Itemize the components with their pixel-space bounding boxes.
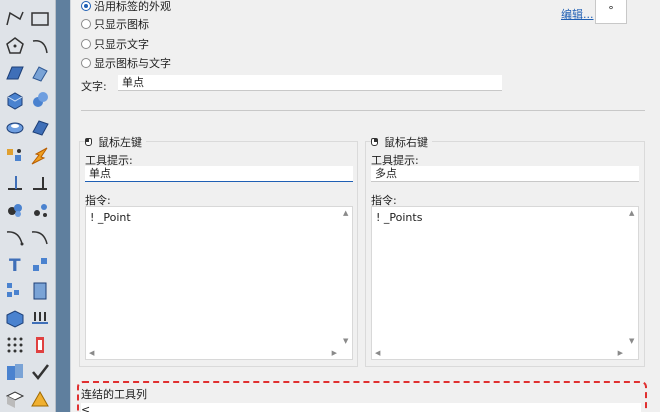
left-horizontal-scrollbar[interactable]: ◀ ▶ — [86, 347, 340, 359]
polyline-icon[interactable] — [4, 8, 26, 30]
right-command-text: ! _Points — [376, 211, 423, 224]
text-field-input[interactable]: 单点 — [118, 75, 502, 91]
dimension-icon[interactable] — [4, 172, 26, 194]
sweep-icon[interactable] — [29, 62, 51, 84]
grid-icon[interactable] — [4, 280, 26, 302]
appearance-option-text-only[interactable]: 只显示文字 — [81, 36, 149, 52]
scale-icon[interactable] — [29, 280, 51, 302]
scroll-down-icon[interactable]: ▼ — [343, 337, 348, 345]
points-icon[interactable] — [29, 199, 51, 221]
group-icon[interactable] — [4, 199, 26, 221]
mouse-left-icon — [85, 138, 92, 146]
scroll-left-icon[interactable]: ◀ — [89, 349, 94, 357]
dots-grid-icon[interactable] — [4, 334, 26, 356]
left-toolbar: T — [0, 0, 56, 412]
divider — [81, 110, 645, 111]
scroll-right-icon[interactable]: ▶ — [618, 349, 623, 357]
spark-icon[interactable] — [29, 145, 51, 167]
svg-text:T: T — [9, 256, 21, 275]
scroll-right-icon[interactable]: ▶ — [332, 349, 337, 357]
linked-toolbar-label: 连结的工具列 — [81, 388, 147, 401]
arc-icon[interactable] — [29, 35, 51, 57]
panel-icon[interactable] — [4, 361, 26, 383]
left-tooltip-input[interactable]: 单点 — [85, 166, 353, 182]
left-vertical-scrollbar[interactable]: ▲ ▼ — [340, 207, 352, 347]
icon-preview[interactable]: ° — [595, 0, 627, 24]
left-command-textarea[interactable]: ! _Point ▲ ▼ ◀ ▶ — [85, 206, 353, 360]
text-field-label: 文字: — [81, 80, 107, 93]
cone-icon[interactable] — [29, 388, 51, 410]
scroll-down-icon[interactable]: ▼ — [629, 337, 634, 345]
polygon-icon[interactable] — [4, 35, 26, 57]
solid-icon[interactable] — [4, 307, 26, 329]
scroll-up-icon[interactable]: ▲ — [629, 209, 634, 217]
align-icon[interactable] — [29, 172, 51, 194]
radio-icon[interactable] — [81, 1, 91, 11]
right-command-textarea[interactable]: ! _Points ▲ ▼ ◀ ▶ — [371, 206, 639, 360]
scroll-left-icon[interactable]: ◀ — [375, 349, 380, 357]
radio-icon[interactable] — [81, 58, 91, 68]
radio-icon[interactable] — [81, 39, 91, 49]
radio-icon[interactable] — [81, 19, 91, 29]
linked-toolbar-select[interactable]: < — [81, 403, 641, 412]
box-icon[interactable] — [4, 89, 26, 111]
curve-edit-icon[interactable] — [29, 226, 51, 248]
plane-icon[interactable] — [29, 116, 51, 138]
surface-icon[interactable] — [4, 62, 26, 84]
left-button-header: 鼠标左键 — [85, 134, 146, 150]
array-icon[interactable] — [29, 253, 51, 275]
scroll-up-icon[interactable]: ▲ — [343, 209, 348, 217]
left-command-text: ! _Point — [90, 211, 131, 224]
text-icon[interactable]: T — [4, 253, 26, 275]
curve-icon[interactable] — [4, 226, 26, 248]
right-tooltip-input[interactable]: 多点 — [371, 166, 639, 182]
appearance-option-icon-only[interactable]: 只显示图标 — [81, 16, 149, 32]
toolbar-divider — [56, 0, 70, 412]
sphere-icon[interactable] — [29, 89, 51, 111]
right-vertical-scrollbar[interactable]: ▲ ▼ — [626, 207, 638, 347]
check-icon[interactable] — [29, 361, 51, 383]
button-edit-dialog: 沿用标签的外观 只显示图标 只显示文字 显示图标与文字 编辑... ° 文字: … — [70, 0, 660, 412]
explode-icon[interactable] — [4, 145, 26, 167]
right-horizontal-scrollbar[interactable]: ◀ ▶ — [372, 347, 626, 359]
measure-icon[interactable] — [29, 334, 51, 356]
appearance-option-default[interactable]: 沿用标签的外观 — [81, 0, 171, 14]
mouse-right-icon — [371, 138, 378, 146]
edit-icon-link[interactable]: 编辑... — [561, 6, 594, 22]
right-button-header: 鼠标右键 — [371, 134, 432, 150]
cylinder-icon[interactable] — [4, 116, 26, 138]
pin-icon[interactable] — [29, 307, 51, 329]
appearance-option-icon-and-text[interactable]: 显示图标与文字 — [81, 55, 171, 71]
book-icon[interactable] — [4, 388, 26, 410]
rectangle-icon[interactable] — [29, 8, 51, 30]
